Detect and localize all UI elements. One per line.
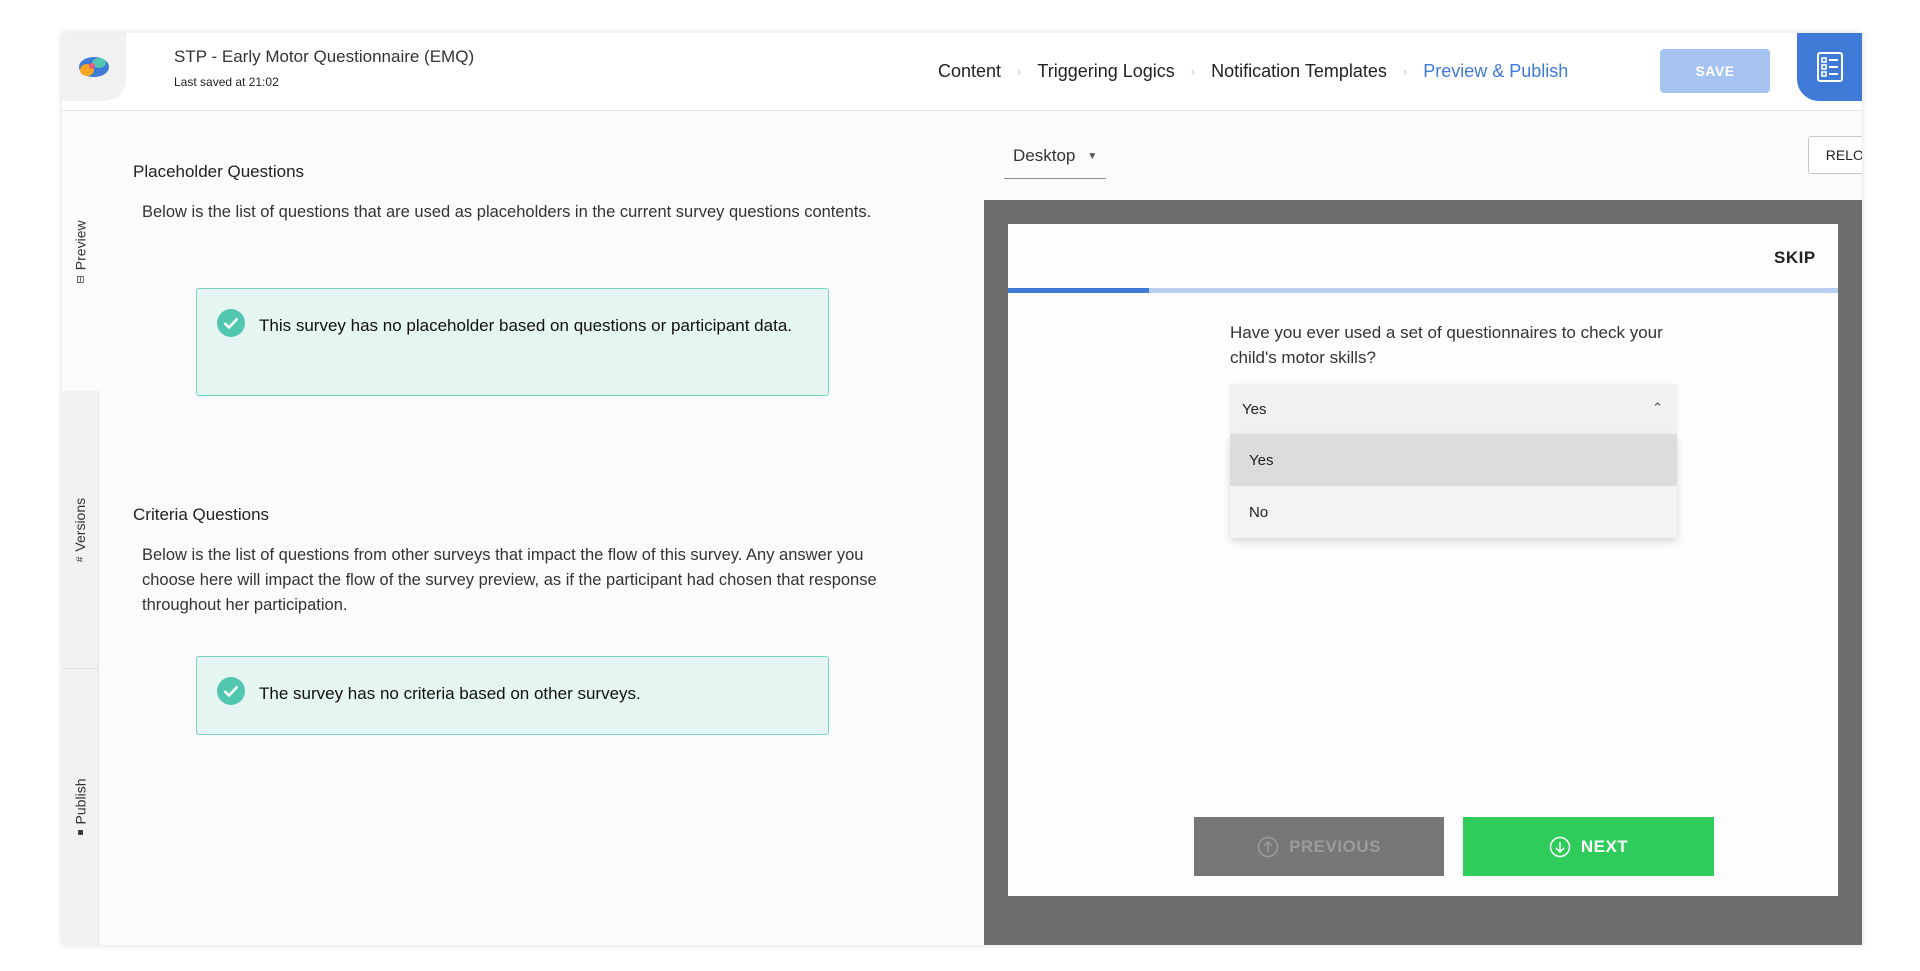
- criteria-info-box: The survey has no criteria based on othe…: [196, 656, 829, 735]
- save-button[interactable]: SAVE: [1660, 49, 1770, 93]
- checklist-panel-button[interactable]: [1797, 33, 1862, 101]
- step-content[interactable]: Content: [938, 61, 1001, 82]
- arrow-down-circle-icon: [1549, 836, 1571, 857]
- tab-preview-label: Preview: [72, 219, 89, 270]
- survey-card: SKIP Have you ever used a set of questio…: [1008, 224, 1838, 896]
- top-header: STP - Early Motor Questionnaire (EMQ) La…: [62, 33, 1862, 111]
- side-tabs: ⊟ Preview # Versions ■ Publish: [62, 112, 99, 945]
- criteria-questions-title: Criteria Questions: [133, 505, 270, 524]
- previous-button[interactable]: PREVIOUS: [1194, 817, 1444, 876]
- option-yes[interactable]: Yes: [1230, 434, 1677, 486]
- criteria-questions-description: Below is the list of questions from othe…: [142, 546, 877, 614]
- placeholder-questions-description: Below is the list of questions that are …: [142, 203, 872, 221]
- answer-dropdown[interactable]: Yes ⌃: [1230, 384, 1677, 434]
- tab-versions[interactable]: # Versions: [62, 391, 99, 669]
- caret-down-icon: ▼: [1087, 150, 1098, 162]
- check-circle-icon: [217, 309, 245, 337]
- tab-preview[interactable]: ⊟ Preview: [62, 112, 99, 391]
- preview-frame: SKIP Have you ever used a set of questio…: [984, 200, 1862, 945]
- step-triggering-logics[interactable]: Triggering Logics: [1037, 61, 1174, 82]
- workflow-stepper: Content › Triggering Logics › Notificati…: [938, 61, 1568, 82]
- criteria-message: The survey has no criteria based on othe…: [259, 684, 641, 703]
- next-button-label: NEXT: [1580, 836, 1629, 856]
- publish-icon: ■: [74, 829, 86, 836]
- skip-button[interactable]: SKIP: [1774, 248, 1816, 268]
- device-select[interactable]: Desktop ▼: [1004, 134, 1106, 179]
- chevron-up-icon: ⌃: [1652, 400, 1663, 415]
- placeholder-questions-title: Placeholder Questions: [133, 162, 305, 181]
- brain-logo-icon: [79, 57, 109, 77]
- placeholder-info-box: This survey has no placeholder based on …: [196, 288, 829, 396]
- previous-button-label: PREVIOUS: [1289, 836, 1381, 856]
- chevron-right-icon: ›: [1017, 64, 1022, 79]
- device-select-value: Desktop: [1013, 146, 1076, 165]
- tab-publish[interactable]: ■ Publish: [62, 669, 99, 945]
- step-preview-publish[interactable]: Preview & Publish: [1423, 61, 1568, 82]
- question-text: Have you ever used a set of questionnair…: [1230, 323, 1663, 367]
- step-notification-templates[interactable]: Notification Templates: [1211, 61, 1387, 82]
- survey-progress-fill: [1008, 288, 1150, 293]
- checklist-icon: [1816, 52, 1843, 82]
- option-no[interactable]: No: [1230, 486, 1677, 538]
- preview-settings-panel: Placeholder Questions Below is the list …: [99, 112, 1015, 945]
- check-circle-icon: [217, 677, 245, 705]
- placeholder-message: This survey has no placeholder based on …: [259, 316, 792, 335]
- reload-button[interactable]: RELOAD: [1808, 136, 1862, 174]
- app-logo[interactable]: [62, 33, 126, 101]
- tab-versions-label: Versions: [72, 497, 89, 552]
- chevron-right-icon: ›: [1190, 64, 1196, 79]
- survey-progress-bar: [1008, 288, 1838, 293]
- survey-title: STP - Early Motor Questionnaire (EMQ): [174, 47, 475, 66]
- survey-preview-panel: Desktop ▼ RELOAD SKIP Have you ever used…: [984, 112, 1862, 945]
- last-saved-text: Last saved at 21:02: [174, 75, 279, 89]
- preview-icon: ⊟: [75, 274, 86, 284]
- arrow-up-circle-icon: [1257, 836, 1279, 857]
- app-window: STP - Early Motor Questionnaire (EMQ) La…: [62, 33, 1862, 945]
- hash-icon: #: [74, 556, 86, 562]
- tab-publish-label: Publish: [72, 778, 88, 825]
- answer-options-list: Yes No: [1230, 434, 1677, 538]
- chevron-right-icon: ›: [1402, 64, 1408, 79]
- answer-dropdown-value: Yes: [1242, 400, 1267, 418]
- next-button[interactable]: NEXT: [1463, 817, 1714, 876]
